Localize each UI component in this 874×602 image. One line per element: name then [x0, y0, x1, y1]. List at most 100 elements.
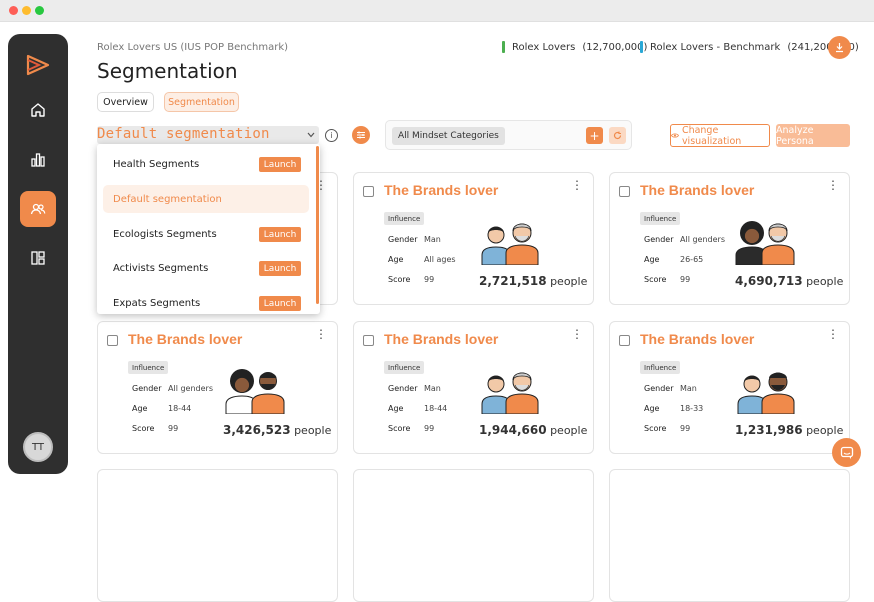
people-count: 4,690,713 people [735, 274, 843, 288]
legend-swatch [640, 41, 643, 53]
sliders-icon [357, 131, 365, 139]
analyze-persona-button[interactable]: Analyze Persona [776, 124, 850, 147]
people-count-value: 1,231,986 [735, 423, 803, 437]
age-label: Age [644, 404, 660, 413]
age-value: 18-44 [168, 404, 192, 413]
more-options-icon[interactable]: ⋮ [315, 328, 327, 340]
launch-button[interactable]: Launch [259, 157, 301, 172]
chat-button[interactable] [832, 438, 861, 467]
gender-label: Gender [644, 384, 674, 393]
gender-value: All genders [168, 384, 213, 393]
score-value: 99 [680, 424, 691, 433]
user-avatar[interactable]: TT [23, 432, 53, 462]
legend-item-audience: Rolex Lovers (12,700,000) [502, 41, 647, 53]
launch-button[interactable]: Launch [259, 261, 301, 276]
category-badge: Influence [128, 361, 169, 374]
tab-overview[interactable]: Overview [97, 92, 154, 112]
dropdown-item-activists[interactable]: Activists Segments Launch [103, 254, 309, 282]
age-value: 18-44 [424, 404, 448, 413]
age-label: Age [388, 404, 404, 413]
bar-chart-icon [31, 153, 45, 167]
card-title: The Brands lover [384, 182, 499, 198]
segment-card[interactable]: The Brands lover ⋮ Influence Gender All gend… [97, 321, 338, 454]
score-label: Score [132, 424, 155, 433]
score-label: Score [644, 275, 667, 284]
dropdown-scrollbar[interactable] [316, 146, 319, 304]
category-badge: Influence [384, 212, 425, 225]
age-label: Age [388, 255, 404, 264]
age-value: 26-65 [680, 255, 704, 264]
eye-icon [671, 133, 679, 138]
people-unit: people [806, 275, 844, 288]
more-options-icon[interactable]: ⋮ [827, 328, 839, 340]
filter-settings-button[interactable] [352, 126, 370, 144]
select-card-checkbox[interactable] [107, 335, 118, 346]
info-icon[interactable]: i [325, 129, 338, 142]
dropdown-item-label: Expats Segments [113, 297, 201, 309]
chevron-down-icon [307, 132, 315, 138]
minimize-window-button[interactable] [22, 6, 31, 15]
people-count: 3,426,523 people [223, 423, 331, 437]
score-value: 99 [424, 424, 435, 433]
segmentation-select[interactable]: Default segmentation [97, 126, 319, 144]
sidebar-item-segmentation[interactable] [20, 191, 56, 227]
layout-icon [31, 251, 45, 265]
maximize-window-button[interactable] [35, 6, 44, 15]
mindset-tag[interactable]: All Mindset Categories [392, 127, 505, 145]
people-unit: people [550, 424, 588, 437]
persona-illustration [737, 372, 795, 414]
app-logo-icon[interactable] [25, 54, 51, 76]
add-mindset-button[interactable]: + [586, 127, 603, 144]
sidebar-item-layout[interactable] [20, 240, 56, 276]
segment-card[interactable]: The Brands lover ⋮ Influence Gender Man Age 18… [353, 321, 594, 454]
card-title: The Brands lover [640, 331, 755, 347]
chat-icon [840, 446, 853, 459]
segment-card[interactable]: The Brands lover ⋮ Influence Gender Man Age Al… [353, 172, 594, 305]
card-title: The Brands lover [640, 182, 755, 198]
more-options-icon[interactable]: ⋮ [571, 179, 583, 191]
select-card-checkbox[interactable] [619, 186, 630, 197]
select-card-checkbox[interactable] [363, 335, 374, 346]
persona-illustration [225, 369, 285, 414]
segment-card[interactable] [97, 469, 338, 602]
reset-mindset-button[interactable] [609, 127, 626, 144]
age-value: 18-33 [680, 404, 704, 413]
launch-button[interactable]: Launch [259, 227, 301, 242]
dropdown-item-expats[interactable]: Expats Segments Launch [103, 289, 309, 317]
segment-card[interactable]: The Brands lover ⋮ Influence Gender All gend… [609, 172, 850, 305]
more-options-icon[interactable]: ⋮ [571, 328, 583, 340]
segment-card[interactable] [609, 469, 850, 602]
tab-segmentation[interactable]: Segmentation [164, 92, 239, 112]
dropdown-item-health[interactable]: Health Segments Launch [103, 150, 309, 178]
download-icon [836, 43, 843, 53]
select-card-checkbox[interactable] [363, 186, 374, 197]
dropdown-item-default[interactable]: Default segmentation [103, 185, 309, 213]
legend-name: Rolex Lovers - Benchmark [650, 41, 781, 53]
people-unit: people [294, 424, 332, 437]
people-count-value: 4,690,713 [735, 274, 803, 288]
gender-label: Gender [388, 384, 418, 393]
score-value: 99 [168, 424, 179, 433]
people-count: 1,944,660 people [479, 423, 587, 437]
download-button[interactable] [828, 36, 851, 59]
close-window-button[interactable] [9, 6, 18, 15]
people-count-value: 3,426,523 [223, 423, 291, 437]
gender-label: Gender [132, 384, 162, 393]
change-visualization-button[interactable]: Change visualization [670, 124, 770, 147]
card-title: The Brands lover [384, 331, 499, 347]
age-label: Age [132, 404, 148, 413]
sidebar-item-analytics[interactable] [20, 141, 56, 177]
category-badge: Influence [384, 361, 425, 374]
segment-card[interactable]: The Brands lover ⋮ Influence Gender Man Age 18… [609, 321, 850, 454]
more-options-icon[interactable]: ⋮ [827, 179, 839, 191]
launch-button[interactable]: Launch [259, 296, 301, 311]
people-count-value: 1,944,660 [479, 423, 547, 437]
category-badge: Influence [640, 361, 681, 374]
select-card-checkbox[interactable] [619, 335, 630, 346]
dropdown-item-label: Activists Segments [113, 262, 209, 274]
dropdown-item-ecologists[interactable]: Ecologists Segments Launch [103, 220, 309, 248]
persona-illustration [481, 223, 539, 265]
segment-card[interactable] [353, 469, 594, 602]
card-title: The Brands lover [128, 331, 243, 347]
sidebar-item-home[interactable] [20, 92, 56, 128]
